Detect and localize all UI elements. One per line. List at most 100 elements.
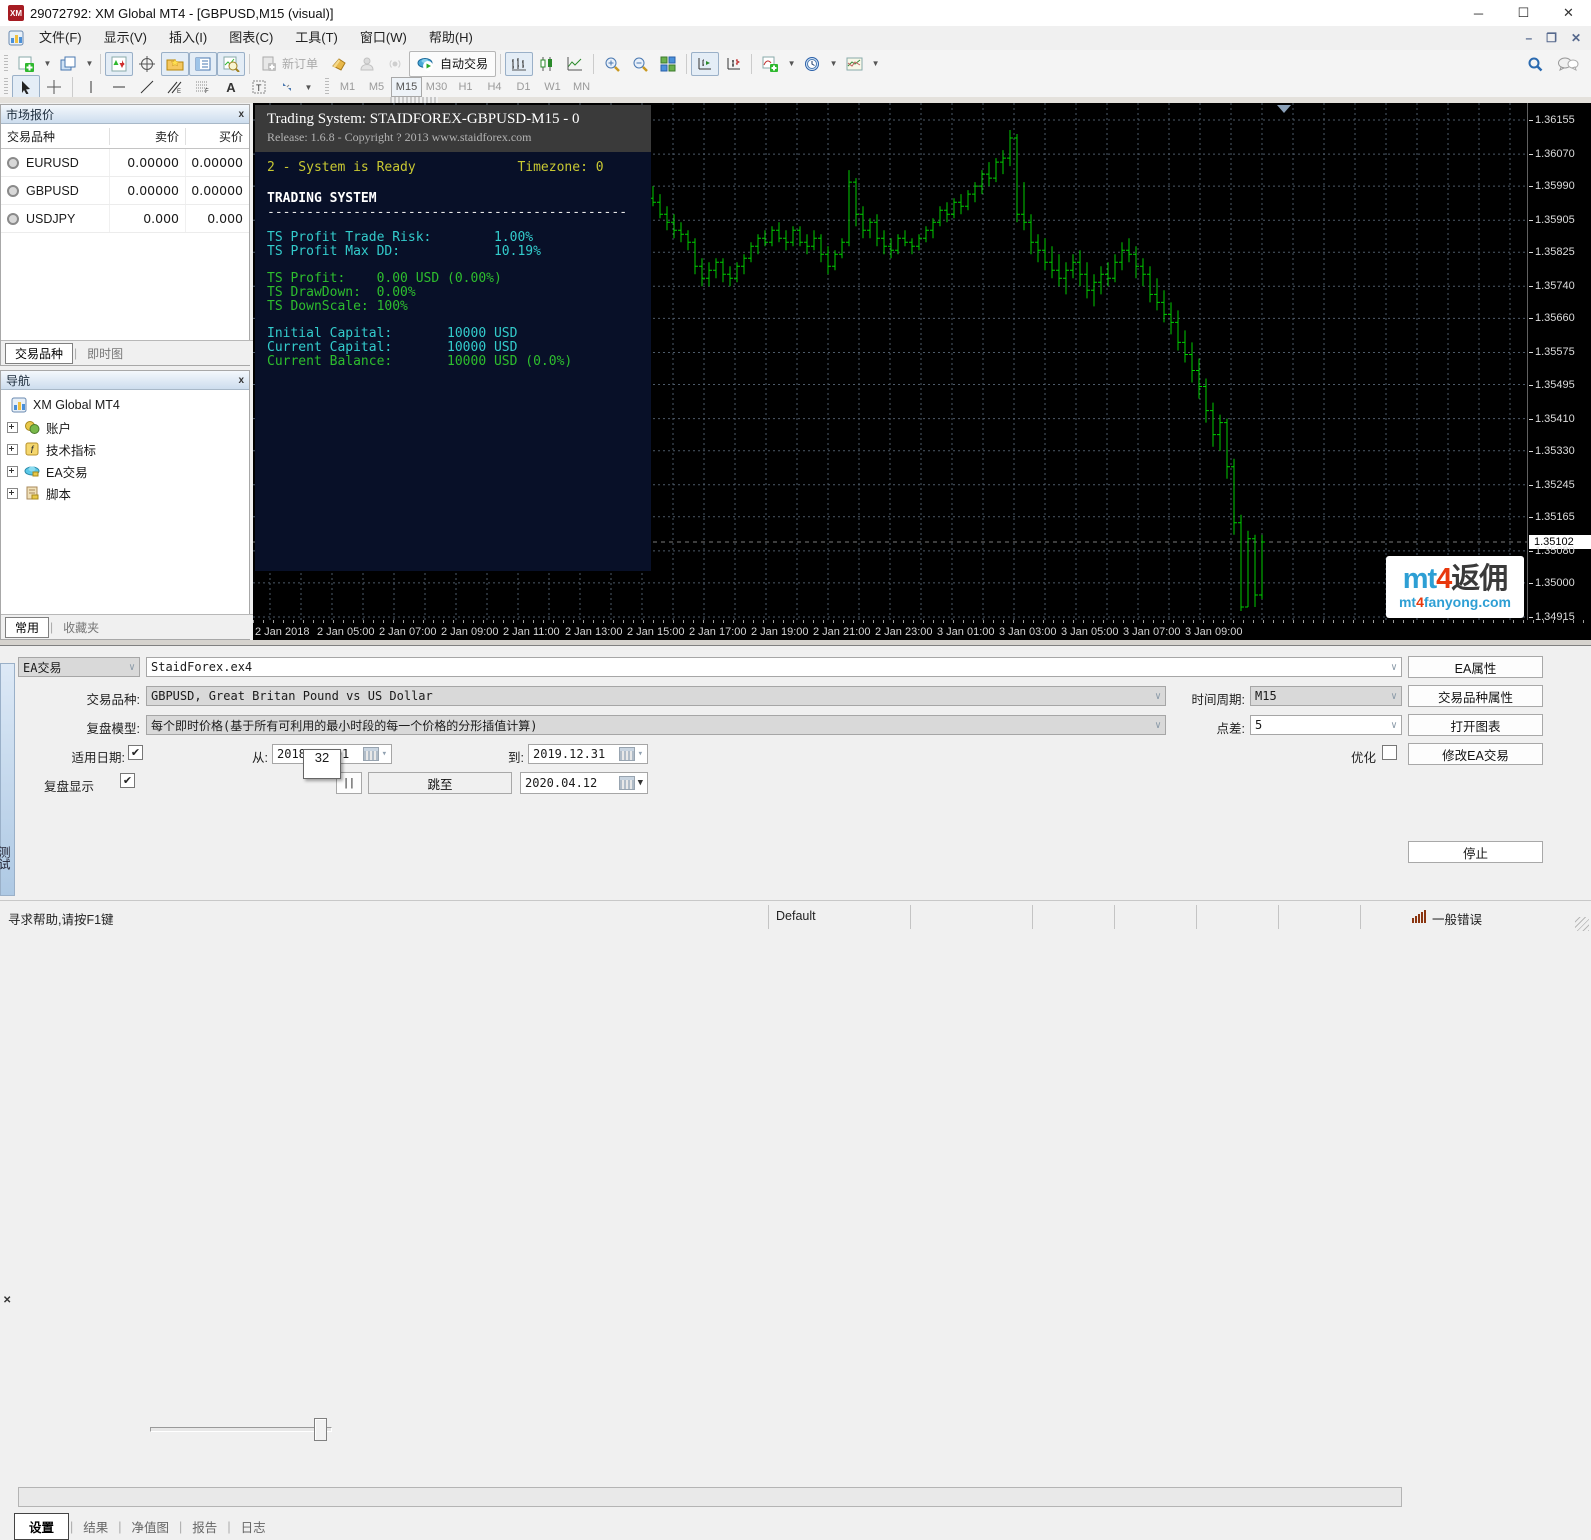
- menu-item[interactable]: 图表(C): [218, 26, 284, 50]
- jump-date-field[interactable]: 2020.04.12▼: [520, 772, 648, 794]
- arrows-dropdown[interactable]: ▼: [301, 75, 315, 99]
- trendline-button[interactable]: [133, 75, 161, 99]
- menu-item[interactable]: 窗口(W): [349, 26, 418, 50]
- ea-properties-button[interactable]: EA属性: [1408, 656, 1543, 678]
- fibonacci-button[interactable]: F: [189, 75, 217, 99]
- open-chart-button[interactable]: 打开图表: [1408, 714, 1543, 736]
- tab-净值图[interactable]: 净值图: [123, 1514, 179, 1539]
- chart-shift-button[interactable]: [691, 52, 719, 76]
- tile-windows-button[interactable]: [654, 52, 682, 76]
- tab-结果[interactable]: 结果: [74, 1514, 117, 1539]
- tab-日志[interactable]: 日志: [232, 1514, 275, 1539]
- nav-item-技术指标[interactable]: f技术指标: [1, 438, 249, 460]
- status-profile[interactable]: Default: [776, 909, 816, 923]
- timeframe-M1[interactable]: M1: [333, 78, 362, 96]
- stop-button[interactable]: 停止: [1408, 841, 1543, 863]
- text-button[interactable]: A: [217, 75, 245, 99]
- indicators-dropdown[interactable]: ▼: [784, 52, 798, 76]
- period-select[interactable]: M15∨: [1250, 686, 1402, 706]
- nav-item-脚本[interactable]: 脚本: [1, 482, 249, 504]
- symbol-properties-button[interactable]: 交易品种属性: [1408, 685, 1543, 707]
- expand-icon[interactable]: [7, 422, 18, 433]
- nav-item-账户[interactable]: 账户: [1, 416, 249, 438]
- auto-trading-button[interactable]: 自动交易: [409, 51, 496, 77]
- column-symbol[interactable]: 交易品种: [1, 128, 110, 145]
- speed-slider-track[interactable]: [150, 1427, 332, 1432]
- menu-item[interactable]: 帮助(H): [418, 26, 484, 50]
- expand-icon[interactable]: [7, 488, 18, 499]
- calendar-icon[interactable]: [363, 747, 379, 761]
- candlestick-chart-button[interactable]: [533, 52, 561, 76]
- nav-root[interactable]: XM Global MT4: [1, 394, 249, 416]
- symbol-select[interactable]: GBPUSD, Great Britan Pound vs US Dollar∨: [146, 686, 1166, 706]
- speed-slider-thumb[interactable]: [314, 1418, 327, 1441]
- chart-canvas[interactable]: Trading System: STAIDFOREX-GBPUSD-M15 - …: [253, 103, 1527, 620]
- cursor-button[interactable]: [12, 75, 40, 99]
- close-icon[interactable]: ✕: [3, 1295, 11, 1306]
- timeframe-H1[interactable]: H1: [451, 78, 480, 96]
- periods-dropdown[interactable]: ▼: [826, 52, 840, 76]
- child-close-icon[interactable]: ✕: [1571, 31, 1581, 45]
- new-order-button[interactable]: 新订单: [254, 52, 325, 76]
- search-icon[interactable]: [1527, 56, 1543, 72]
- data-window-button[interactable]: [133, 52, 161, 76]
- menu-item[interactable]: 工具(T): [284, 26, 349, 50]
- tester-mode-select[interactable]: EA交易∨: [18, 657, 140, 677]
- toolbar-grip[interactable]: [325, 78, 329, 96]
- terminal-button[interactable]: [189, 52, 217, 76]
- timeframe-M5[interactable]: M5: [362, 78, 391, 96]
- ea-file-select[interactable]: StaidForex.ex4∨: [146, 657, 1402, 677]
- model-select[interactable]: 每个即时价格(基于所有可利用的最小时段的每一个价格的分形插值计算)∨: [146, 715, 1166, 735]
- timeframe-H4[interactable]: H4: [480, 78, 509, 96]
- column-bid[interactable]: 卖价: [110, 128, 186, 145]
- arrows-button[interactable]: [273, 75, 301, 99]
- strategy-tester-button[interactable]: [217, 52, 245, 76]
- jump-to-button[interactable]: 跳至: [368, 772, 512, 794]
- profiles-button[interactable]: [54, 52, 82, 76]
- minimize-button[interactable]: ─: [1456, 0, 1501, 26]
- profiles-dropdown[interactable]: ▼: [82, 52, 96, 76]
- horizontal-line-button[interactable]: [105, 75, 133, 99]
- line-chart-button[interactable]: [561, 52, 589, 76]
- menu-item[interactable]: 插入(I): [158, 26, 218, 50]
- tab-设置[interactable]: 设置: [14, 1513, 69, 1540]
- timeframe-MN[interactable]: MN: [567, 78, 596, 96]
- child-minimize-icon[interactable]: –: [1525, 31, 1532, 45]
- chat-icon[interactable]: [1557, 56, 1579, 72]
- new-chart-button[interactable]: [12, 52, 40, 76]
- bar-chart-button[interactable]: [505, 52, 533, 76]
- to-date-field[interactable]: 2019.12.31▾: [528, 744, 648, 764]
- tab-交易品种[interactable]: 交易品种: [5, 343, 73, 364]
- resize-grip[interactable]: [1575, 917, 1589, 931]
- market-watch-button[interactable]: [105, 52, 133, 76]
- close-icon[interactable]: x: [238, 109, 244, 120]
- text-label-button[interactable]: T: [245, 75, 273, 99]
- channel-button[interactable]: E: [161, 75, 189, 99]
- column-ask[interactable]: 买价: [186, 128, 249, 145]
- child-restore-icon[interactable]: ❐: [1546, 31, 1557, 45]
- auto-scroll-button[interactable]: [719, 52, 747, 76]
- tab-常用[interactable]: 常用: [5, 617, 49, 638]
- periods-button[interactable]: [798, 52, 826, 76]
- expand-icon[interactable]: [7, 466, 18, 477]
- market-row-USDJPY[interactable]: USDJPY0.0000.000: [1, 205, 249, 233]
- spread-select[interactable]: 5∨: [1250, 715, 1402, 735]
- nav-item-EA交易[interactable]: EA交易: [1, 460, 249, 482]
- crosshair-button[interactable]: [40, 75, 68, 99]
- toolbar-grip[interactable]: [4, 78, 8, 96]
- timeframe-M15[interactable]: M15: [391, 77, 422, 97]
- maximize-button[interactable]: ☐: [1501, 0, 1546, 26]
- market-row-EURUSD[interactable]: EURUSD0.000000.00000: [1, 149, 249, 177]
- global-variables-button[interactable]: [353, 52, 381, 76]
- timeframe-D1[interactable]: D1: [509, 78, 538, 96]
- tab-即时图[interactable]: 即时图: [78, 344, 132, 363]
- use-dates-checkbox[interactable]: ✔: [128, 745, 143, 760]
- close-icon[interactable]: x: [238, 375, 244, 386]
- tab-报告[interactable]: 报告: [183, 1514, 226, 1539]
- zoom-out-button[interactable]: [626, 52, 654, 76]
- expand-icon[interactable]: [7, 444, 18, 455]
- menu-item[interactable]: 文件(F): [28, 26, 93, 50]
- visual-mode-checkbox[interactable]: ✔: [120, 773, 135, 788]
- modify-ea-button[interactable]: 修改EA交易: [1408, 743, 1543, 765]
- market-row-GBPUSD[interactable]: GBPUSD0.000000.00000: [1, 177, 249, 205]
